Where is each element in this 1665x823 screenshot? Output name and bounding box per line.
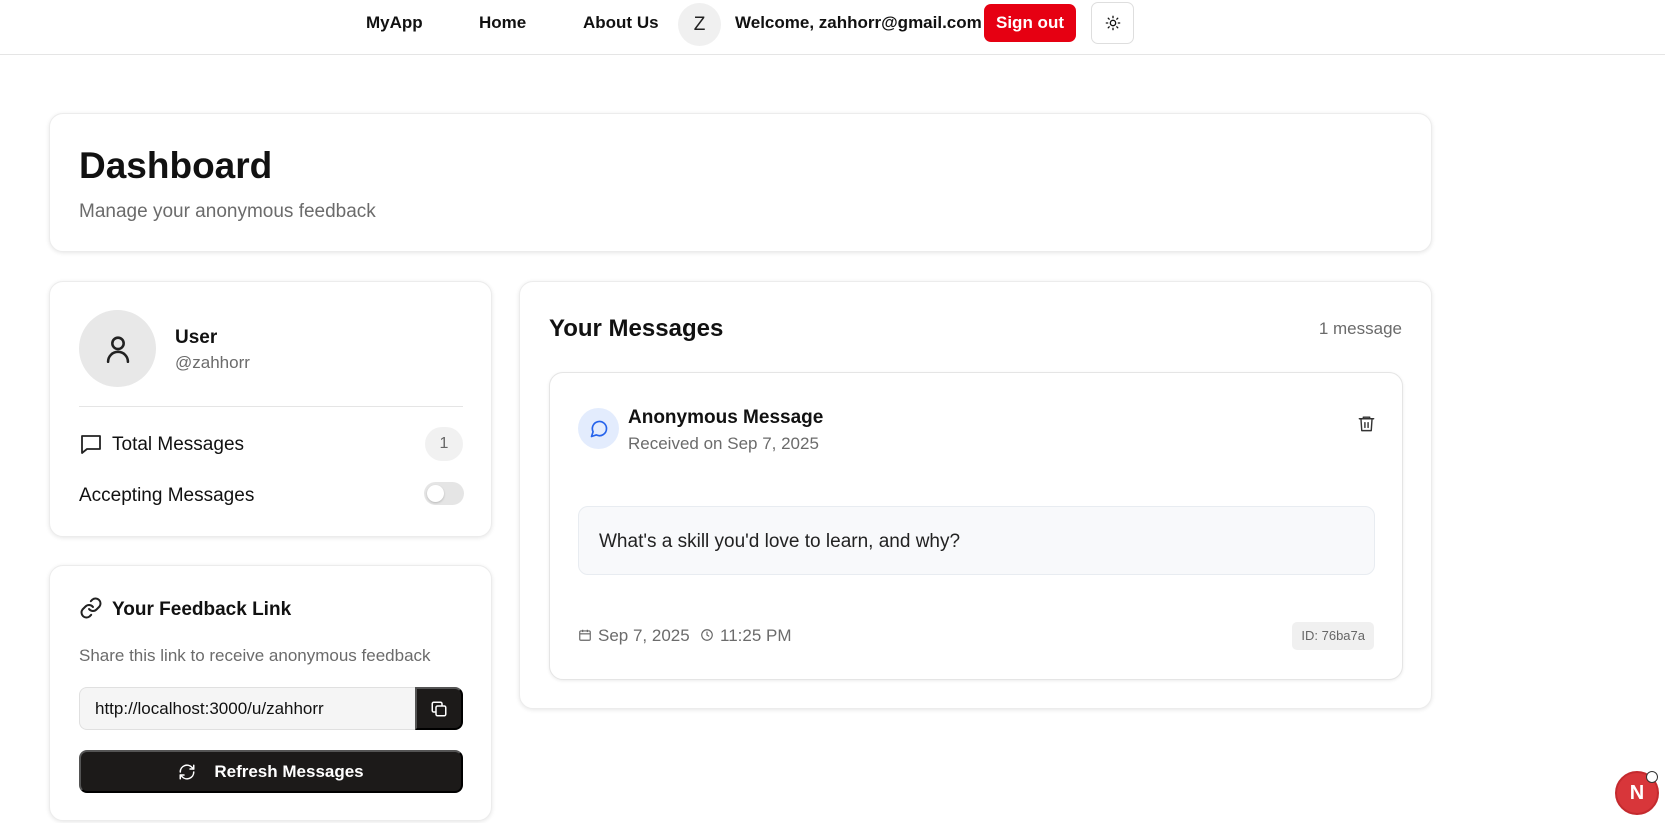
nav-brand-link[interactable]: MyApp xyxy=(366,12,423,34)
feedback-link-card: Your Feedback Link Share this link to re… xyxy=(49,565,492,821)
profile-name: User xyxy=(175,327,218,348)
sun-icon xyxy=(1105,15,1120,31)
accepting-messages-label: Accepting Messages xyxy=(79,485,255,506)
calendar-icon xyxy=(579,629,591,641)
divider xyxy=(79,406,463,407)
refresh-messages-label: Refresh Messages xyxy=(214,761,364,781)
dashboard-header-card: Dashboard Manage your anonymous feedback xyxy=(49,113,1432,252)
message-item: Anonymous Message Received on Sep 7, 202… xyxy=(549,372,1403,680)
message-avatar xyxy=(578,408,619,449)
copy-icon xyxy=(431,701,447,716)
messages-card: Your Messages 1 message Anonymous Messag… xyxy=(519,281,1432,709)
message-time: 11:25 PM xyxy=(720,626,792,645)
message-circle-icon xyxy=(590,420,607,437)
refresh-messages-button[interactable]: Refresh Messages xyxy=(79,750,463,793)
theme-toggle-button[interactable] xyxy=(1091,2,1134,44)
message-id-badge: ID: 76ba7a xyxy=(1292,622,1374,650)
refresh-icon xyxy=(179,763,195,780)
accepting-messages-toggle[interactable] xyxy=(424,482,464,505)
dev-indicator-dot xyxy=(1646,771,1658,783)
trash-icon xyxy=(1358,415,1374,431)
welcome-text: Welcome, zahhorr@gmail.com xyxy=(735,13,982,32)
user-avatar[interactable]: Z xyxy=(678,3,721,46)
total-messages-count-badge: 1 xyxy=(425,427,463,461)
toggle-knob xyxy=(427,485,444,502)
link-icon xyxy=(80,597,102,619)
message-title: Anonymous Message xyxy=(628,407,824,428)
copy-link-button[interactable] xyxy=(415,687,463,730)
nav-home-link[interactable]: Home xyxy=(479,12,526,34)
message-received-date: Received on Sep 7, 2025 xyxy=(628,434,819,453)
page-title: Dashboard xyxy=(79,145,273,186)
profile-avatar xyxy=(79,310,156,387)
clock-icon xyxy=(701,629,713,641)
nav-about-link[interactable]: About Us xyxy=(583,12,659,34)
user-icon xyxy=(106,335,129,363)
total-messages-label: Total Messages xyxy=(112,434,245,455)
profile-card: User @zahhorr Total Messages 1 Accepting… xyxy=(49,281,492,537)
profile-handle: @zahhorr xyxy=(175,353,250,372)
message-body: What's a skill you'd love to learn, and … xyxy=(578,506,1375,575)
message-date: Sep 7, 2025 xyxy=(598,626,690,645)
feedback-link-title: Your Feedback Link xyxy=(112,599,292,620)
sign-out-button[interactable]: Sign out xyxy=(984,4,1076,42)
messages-count: 1 message xyxy=(1318,319,1402,338)
message-square-icon xyxy=(81,435,101,454)
delete-message-button[interactable] xyxy=(1352,409,1380,437)
top-navbar: MyApp Home About Us Z Welcome, zahhorr@g… xyxy=(0,0,1665,55)
page-subtitle: Manage your anonymous feedback xyxy=(79,201,376,222)
feedback-link-input[interactable] xyxy=(79,687,416,730)
feedback-link-description: Share this link to receive anonymous fee… xyxy=(79,646,431,665)
messages-title: Your Messages xyxy=(549,315,724,342)
